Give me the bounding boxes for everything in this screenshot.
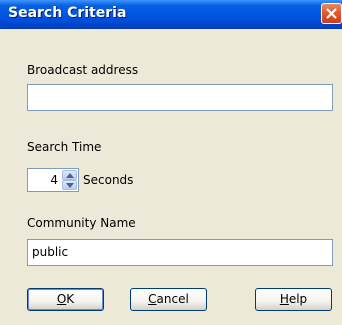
close-button[interactable] bbox=[321, 3, 342, 24]
search-time-label: Search Time bbox=[27, 140, 102, 154]
community-name-label: Community Name bbox=[27, 216, 136, 230]
chevron-up-icon bbox=[66, 173, 74, 178]
cancel-button[interactable]: Cancel bbox=[130, 288, 207, 311]
cancel-mnemonic: C bbox=[148, 292, 157, 306]
cancel-label-rest: ancel bbox=[156, 292, 189, 306]
chevron-down-icon bbox=[66, 183, 74, 188]
ok-button[interactable]: OK bbox=[27, 288, 104, 311]
ok-label-rest: K bbox=[66, 292, 75, 306]
broadcast-address-input[interactable] bbox=[27, 84, 333, 111]
title-bar[interactable]: Search Criteria bbox=[0, 0, 342, 29]
spin-up-button[interactable] bbox=[62, 170, 77, 180]
dialog-title: Search Criteria bbox=[8, 5, 127, 21]
help-mnemonic: H bbox=[279, 292, 289, 306]
help-label-rest: elp bbox=[288, 292, 308, 306]
search-time-value[interactable]: 4 bbox=[50, 169, 58, 191]
ok-mnemonic: O bbox=[56, 292, 67, 306]
help-button[interactable]: Help bbox=[255, 288, 332, 311]
close-icon bbox=[326, 8, 337, 19]
seconds-unit-label: Seconds bbox=[83, 173, 134, 187]
broadcast-address-label: Broadcast address bbox=[27, 63, 139, 77]
spin-down-button[interactable] bbox=[62, 180, 77, 190]
community-name-input[interactable]: public bbox=[27, 239, 333, 266]
search-criteria-dialog: Search Criteria Broadcast address Search… bbox=[0, 0, 342, 325]
search-time-spinner[interactable]: 4 bbox=[27, 168, 79, 192]
